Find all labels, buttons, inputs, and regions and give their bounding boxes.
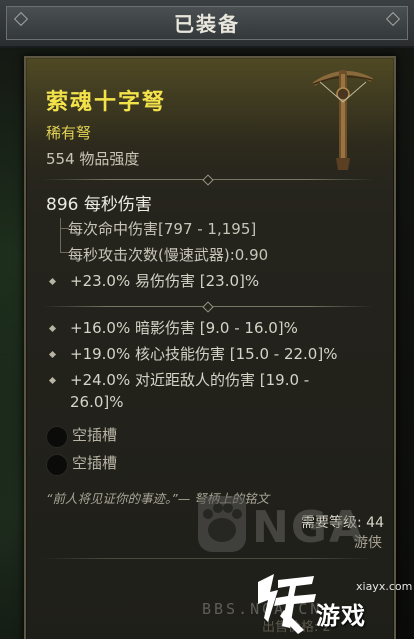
site-name: 游戏 xyxy=(316,602,366,630)
header-title: 已装备 xyxy=(174,12,240,36)
attacks-per-second: 每秒攻击次数(慢速武器):0.90 xyxy=(68,246,269,264)
empty-socket-icon[interactable] xyxy=(46,454,68,476)
item-dps: 896 每秒伤害 xyxy=(46,195,152,215)
bullet-icon xyxy=(48,324,57,333)
crossbow-icon xyxy=(312,70,373,170)
bullet-icon xyxy=(48,350,57,359)
damage-per-hit: 每次命中伤害[797 - 1,195] xyxy=(68,220,257,238)
nga-watermark: NGA xyxy=(252,502,365,553)
divider-ornament xyxy=(202,301,214,313)
affix-2: +19.0% 核心技能伤害 [15.0 - 22.0]% xyxy=(70,345,338,363)
affix-3: +24.0% 对近距敌人的伤害 [19.0 - xyxy=(70,371,310,389)
site-url: xiayx.com xyxy=(356,580,413,593)
socket-label: 空插槽 xyxy=(72,426,118,444)
item-power: 554 物品强度 xyxy=(46,150,140,168)
affix-3-continued: 26.0]% xyxy=(70,393,124,411)
item-name: 萦魂十字弩 xyxy=(46,90,167,115)
affix-1: +16.0% 暗影伤害 [9.0 - 16.0]% xyxy=(70,319,298,337)
empty-socket-icon[interactable] xyxy=(46,426,68,448)
bullet-icon xyxy=(48,376,57,385)
site-watermark: xiayx.com 游戏 xyxy=(244,552,414,639)
xia-logo-icon xyxy=(258,574,316,634)
implicit-affix: +23.0% 易伤伤害 [23.0]% xyxy=(70,272,260,290)
equipped-header: 已装备 xyxy=(0,0,414,48)
nga-logo-icon xyxy=(198,496,246,552)
item-type: 稀有弩 xyxy=(46,124,92,142)
game-screen: 已装备 萦魂十字弩 稀有弩 554 物品强度 896 每秒伤害 每次命中伤害[7… xyxy=(0,0,414,639)
bullet-icon xyxy=(48,277,57,286)
socket-label: 空插槽 xyxy=(72,454,118,472)
